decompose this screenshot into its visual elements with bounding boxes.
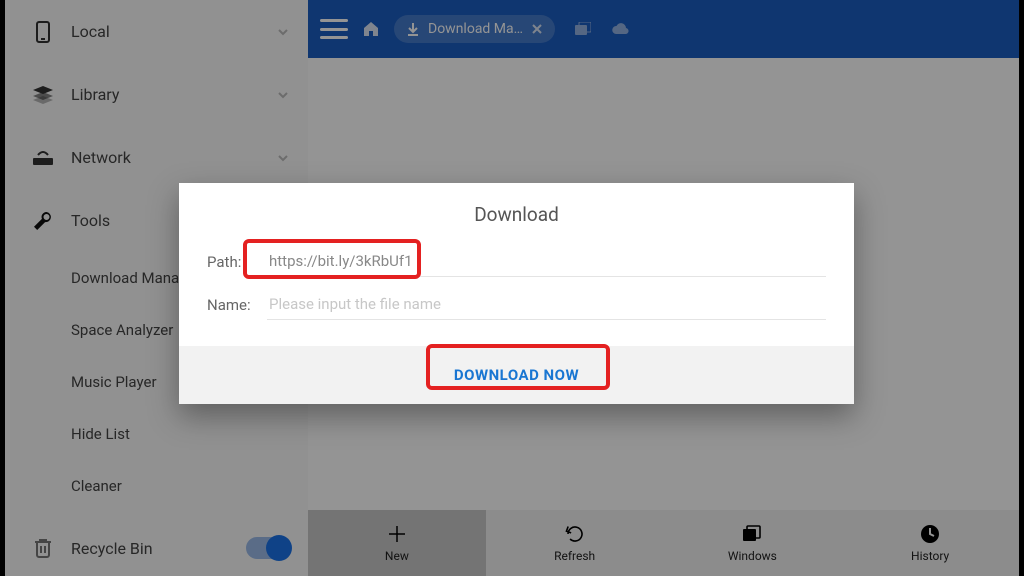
path-label: Path:	[207, 253, 267, 271]
download-dialog: Download Path: Name: DOWNLOAD NOW	[179, 183, 854, 404]
dialog-title: Download	[179, 183, 854, 240]
download-now-button[interactable]: DOWNLOAD NOW	[436, 360, 597, 390]
name-input[interactable]	[267, 289, 826, 320]
name-label: Name:	[207, 296, 267, 314]
path-input[interactable]	[267, 246, 826, 277]
dialog-footer: DOWNLOAD NOW	[179, 346, 854, 404]
